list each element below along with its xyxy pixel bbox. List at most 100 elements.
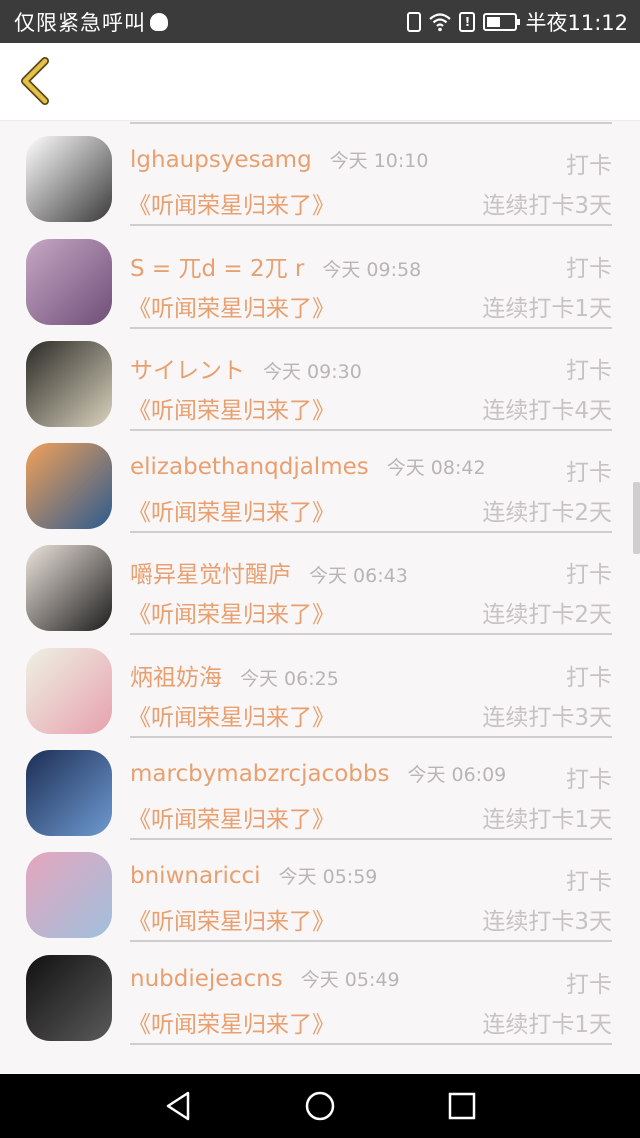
list-item[interactable]: サイレント 今天 09:30 打卡《听闻荣星归来了》 连续打卡4天: [0, 333, 640, 435]
checkin-time: 今天 05:59: [278, 866, 378, 889]
user-name[interactable]: nubdiejeacns 今天 05:49: [130, 965, 400, 992]
streak-count: 连续打卡2天: [482, 602, 612, 629]
user-name[interactable]: S = 兀d = 2兀 r 今天 09:58: [130, 249, 421, 283]
streak-count: 连续打卡3天: [482, 193, 612, 220]
checkin-time: 今天 08:42: [386, 457, 486, 480]
battery-icon: [483, 13, 521, 31]
list-item[interactable]: marcbymabzrcjacobbs 今天 06:09 打卡《听闻荣星归来了》 连续…: [0, 742, 640, 844]
header: [0, 43, 640, 121]
back-triangle-icon[interactable]: [160, 1088, 196, 1124]
recents-square-icon[interactable]: [444, 1088, 480, 1124]
checkin-label: 打卡: [566, 562, 612, 589]
divider: [130, 326, 612, 329]
checkin-label: 打卡: [566, 460, 612, 487]
book-title[interactable]: 《听闻荣星归来了》: [128, 1005, 335, 1039]
checkin-time: 今天 05:49: [300, 968, 400, 991]
checkin-label: 打卡: [566, 255, 612, 282]
avatar[interactable]: [26, 750, 112, 837]
user-name[interactable]: lghaupsyesamg 今天 10:10: [130, 146, 428, 173]
status-bar: 仅限紧急呼叫 ! 半夜11:12: [0, 0, 640, 43]
divider: [130, 735, 612, 738]
user-name[interactable]: 嚼异星觉忖醒庐 今天 06:43: [130, 555, 408, 589]
checkin-time: 今天 06:43: [309, 565, 408, 588]
user-name-text: 炳祖妨海: [130, 664, 222, 691]
user-name[interactable]: 炳祖妨海 今天 06:25: [130, 658, 339, 692]
avatar[interactable]: [26, 136, 112, 223]
list-item[interactable]: nubdiejeacns 今天 05:49 打卡《听闻荣星归来了》 连续打卡1天: [0, 947, 640, 1049]
avatar[interactable]: [26, 238, 112, 325]
streak-count: 连续打卡3天: [482, 704, 612, 731]
checkin-time: 今天 06:09: [407, 764, 507, 787]
user-name-text: 嚼异星觉忖醒庐: [130, 562, 291, 589]
user-name-text: lghaupsyesamg: [130, 147, 312, 174]
avatar[interactable]: [26, 647, 112, 734]
checkin-time: 今天 09:58: [322, 258, 422, 281]
vibrate-icon: [407, 12, 422, 32]
streak-count: 连续打卡1天: [482, 807, 612, 834]
user-name-text: サイレント: [130, 357, 245, 384]
divider: [130, 531, 612, 534]
avatar[interactable]: [26, 443, 112, 530]
divider: [130, 1042, 612, 1045]
status-left: 仅限紧急呼叫: [14, 7, 168, 37]
back-arrow-icon[interactable]: [12, 55, 62, 105]
avatar[interactable]: [26, 340, 112, 427]
book-title[interactable]: 《听闻荣星归来了》: [128, 391, 335, 425]
checkin-time: 今天 10:10: [329, 150, 429, 173]
checkin-list[interactable]: ralphdonanren今天 10:11打卡《听闻荣星归来了》连续打卡1天lg…: [0, 120, 640, 1074]
book-title[interactable]: 《听闻荣星归来了》: [128, 595, 335, 629]
user-name-text: S = 兀d = 2兀 r: [130, 255, 305, 282]
list-item[interactable]: 炳祖妨海 今天 06:25 打卡《听闻荣星归来了》 连续打卡3天: [0, 640, 640, 742]
streak-count: 连续打卡1天: [482, 295, 612, 322]
list-item[interactable]: lghaupsyesamg 今天 10:10 打卡《听闻荣星归来了》 连续打卡3天: [0, 128, 640, 230]
checkin-label: 打卡: [566, 664, 612, 691]
divider: [130, 940, 612, 943]
book-title[interactable]: 《听闻荣星归来了》: [128, 289, 335, 323]
checkin-label: 打卡: [566, 767, 612, 794]
book-title[interactable]: 《听闻荣星归来了》: [128, 186, 335, 220]
wifi-icon: [429, 13, 452, 32]
avatar[interactable]: [26, 852, 112, 939]
streak-count: 连续打卡3天: [482, 909, 612, 936]
checkin-label: 打卡: [566, 869, 612, 896]
divider: [130, 224, 612, 227]
user-name-text: nubdiejeacns: [130, 965, 283, 992]
qq-icon: [150, 13, 168, 31]
clock: 半夜11:12: [525, 11, 628, 35]
user-name[interactable]: elizabethanqdjalmes 今天 08:42: [130, 453, 486, 480]
list-item[interactable]: S = 兀d = 2兀 r 今天 09:58 打卡《听闻荣星归来了》 连续打卡1天: [0, 231, 640, 333]
book-title[interactable]: 《听闻荣星归来了》: [128, 698, 335, 732]
list-item[interactable]: bniwnaricci 今天 05:59 打卡《听闻荣星归来了》 连续打卡3天: [0, 844, 640, 946]
checkin-time: 今天 09:30: [263, 360, 362, 383]
streak-count: 连续打卡4天: [482, 397, 612, 424]
book-title[interactable]: 《听闻荣星归来了》: [128, 800, 335, 834]
checkin-label: 打卡: [566, 357, 612, 384]
user-name-text: bniwnaricci: [130, 863, 261, 890]
user-name-text: elizabethanqdjalmes: [130, 454, 369, 481]
alert-icon: !: [459, 12, 476, 32]
list-item[interactable]: 嚼异星觉忖醒庐 今天 06:43 打卡《听闻荣星归来了》 连续打卡2天: [0, 537, 640, 639]
home-circle-icon[interactable]: [302, 1088, 338, 1124]
user-name[interactable]: marcbymabzrcjacobbs 今天 06:09: [130, 760, 506, 787]
user-name-text: marcbymabzrcjacobbs: [130, 761, 390, 788]
navigation-bar: [0, 1074, 640, 1138]
avatar[interactable]: [26, 545, 112, 632]
carrier-text: 仅限紧急呼叫: [14, 11, 146, 35]
checkin-label: 打卡: [566, 153, 612, 180]
checkin-label: 打卡: [566, 971, 612, 998]
streak-count: 连续打卡1天: [482, 1011, 612, 1038]
divider: [130, 838, 612, 841]
divider: [130, 122, 612, 124]
checkin-time: 今天 06:25: [240, 667, 339, 690]
book-title[interactable]: 《听闻荣星归来了》: [128, 493, 335, 527]
user-name[interactable]: サイレント 今天 09:30: [130, 351, 362, 385]
scrollbar[interactable]: [633, 482, 640, 554]
book-title[interactable]: 《听闻荣星归来了》: [128, 902, 335, 936]
list-item[interactable]: ralphdonanren今天 10:11打卡《听闻荣星归来了》连续打卡1天: [0, 120, 640, 128]
avatar[interactable]: [26, 954, 112, 1041]
divider: [130, 428, 612, 431]
user-name[interactable]: bniwnaricci 今天 05:59: [130, 862, 377, 889]
divider: [130, 633, 612, 636]
checkin-list-inner: ralphdonanren今天 10:11打卡《听闻荣星归来了》连续打卡1天lg…: [0, 120, 640, 1049]
list-item[interactable]: elizabethanqdjalmes 今天 08:42 打卡 《听闻荣星归来了》 连续…: [0, 435, 640, 537]
